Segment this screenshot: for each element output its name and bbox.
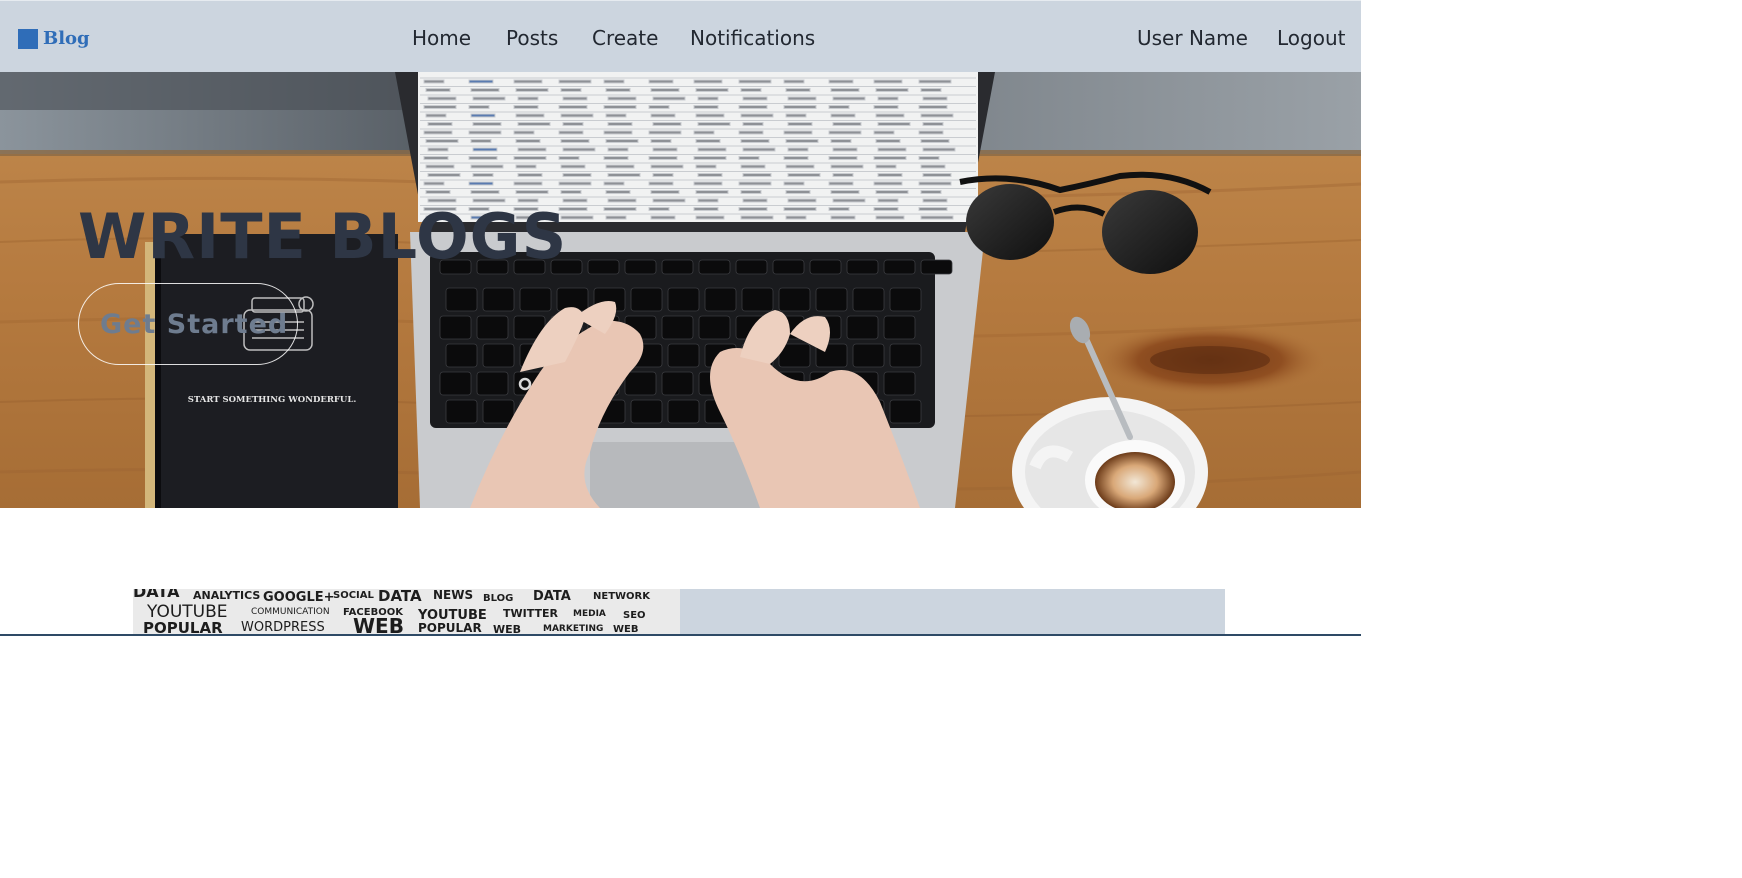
svg-text:DATA: DATA [133,589,180,601]
svg-text:DATA: DATA [533,589,571,604]
empty-content-area [0,636,1742,878]
brand-name: Blog [43,28,90,49]
svg-text:NEWS: NEWS [433,589,473,602]
svg-text:COMMUNICATION: COMMUNICATION [251,607,330,617]
user-name-link[interactable]: User Name [1137,26,1248,50]
nav-notifications-link[interactable]: Notifications [690,26,815,50]
nav-posts-link[interactable]: Posts [506,26,558,50]
hero-title: WRITE BLOGS [78,200,568,273]
get-started-button[interactable]: Get Started [78,283,298,365]
svg-text:MEDIA: MEDIA [573,609,606,619]
svg-text:WORDPRESS: WORDPRESS [241,620,325,634]
logout-link[interactable]: Logout [1277,26,1345,50]
svg-text:BLOG: BLOG [483,593,513,604]
svg-text:DATA: DATA [378,589,422,605]
top-navbar: Blog Home Posts Create Notifications Use… [0,0,1361,72]
post-card[interactable]: DATA ANALYTICS GOOGLE+ SOCIAL DATA NEWS … [133,589,1225,634]
svg-text:POPULAR: POPULAR [418,621,482,634]
svg-text:MARKETING: MARKETING [543,624,603,634]
brand-logo-icon [18,28,38,49]
svg-text:WEB: WEB [613,624,638,634]
page: Blog Home Posts Create Notifications Use… [0,0,1742,878]
svg-text:ANALYTICS: ANALYTICS [193,589,260,602]
svg-text:NETWORK: NETWORK [593,591,651,602]
svg-text:TWITTER: TWITTER [503,607,559,620]
svg-text:WEB: WEB [493,623,521,634]
nav-create-link[interactable]: Create [592,26,658,50]
svg-text:POPULAR: POPULAR [143,619,223,634]
notebook-caption-text: START SOMETHING WONDERFUL. [188,395,357,405]
post-thumbnail-image: DATA ANALYTICS GOOGLE+ SOCIAL DATA NEWS … [133,589,680,634]
hero-banner: START SOMETHING WONDERFUL. WRITE BLOGS G… [0,72,1361,508]
nav-home-link[interactable]: Home [412,26,471,50]
brand-link[interactable]: Blog [18,28,90,49]
svg-text:SOCIAL: SOCIAL [333,590,375,601]
word-cloud-graphic: DATA ANALYTICS GOOGLE+ SOCIAL DATA NEWS … [133,589,680,634]
svg-text:WEB: WEB [353,614,404,634]
svg-text:SEO: SEO [623,610,646,621]
svg-text:GOOGLE+: GOOGLE+ [263,590,335,605]
